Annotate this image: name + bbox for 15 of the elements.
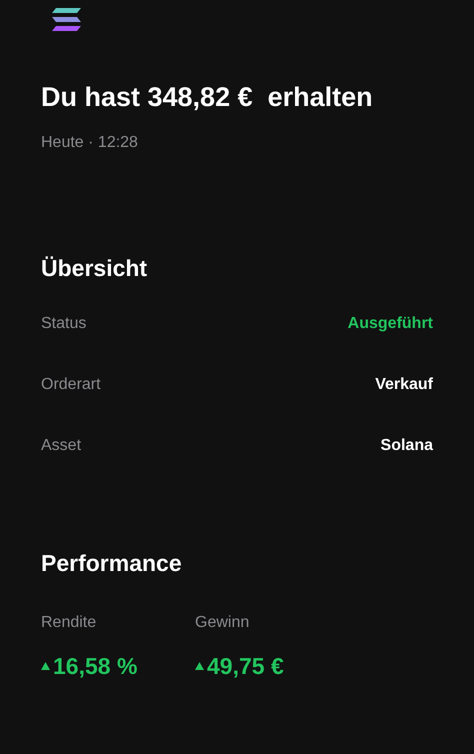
section-title: Performance [41, 549, 183, 578]
row-value: Ausgeführt [348, 314, 433, 334]
row-label: Orderart [41, 374, 101, 395]
row-value: Verkauf [375, 374, 433, 395]
row-value: Solana [380, 436, 433, 456]
metric-value: 16,58 % [53, 652, 138, 681]
section-title: Übersicht [41, 254, 148, 283]
page-title: Du hast 348,82 € erhalten [41, 81, 374, 114]
timestamp: Heute · 12:28 [41, 132, 139, 153]
metric-label: Gewinn [195, 612, 250, 633]
metric-value: 49,75 € [207, 652, 284, 681]
row-label: Status [41, 314, 86, 334]
row-label: Asset [41, 436, 82, 456]
metric-label: Rendite [41, 612, 98, 633]
logo-icon [52, 8, 81, 31]
